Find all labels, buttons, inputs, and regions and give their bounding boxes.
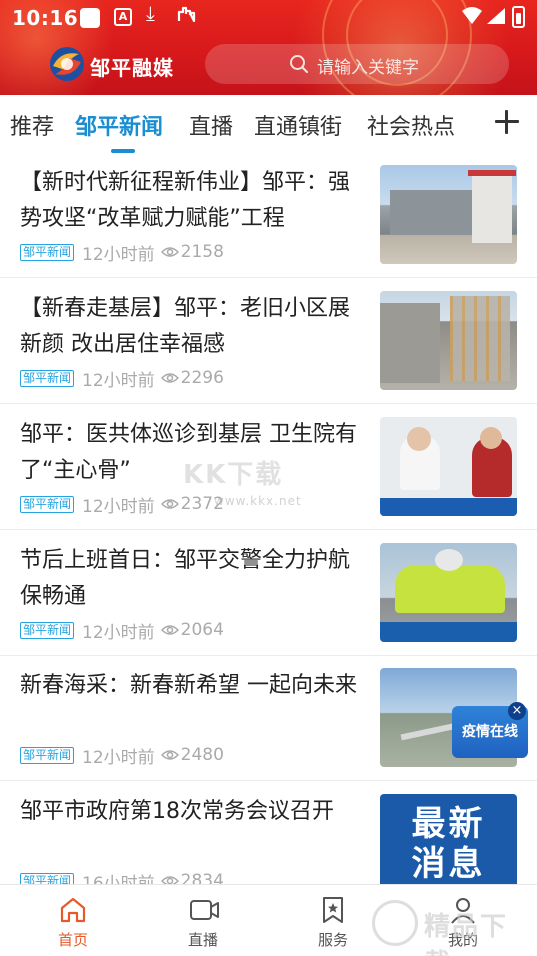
article-meta: 邹平新闻 12小时前 2372 bbox=[20, 493, 224, 517]
app-name: 邹平融媒 bbox=[90, 56, 174, 80]
download-icon: ⤓ bbox=[146, 1, 155, 25]
nav-label: 服务 bbox=[317, 931, 348, 949]
search-placeholder: 请输入关键字 bbox=[317, 58, 419, 78]
hand-icon bbox=[176, 5, 198, 29]
article-time: 12小时前 bbox=[82, 370, 155, 391]
article-views: 2064 bbox=[180, 620, 224, 640]
news-list-item[interactable]: 节后上班首日：邹平交警全力护航保畅通 邹平新闻 12小时前 2064 bbox=[0, 531, 537, 656]
category-tabs: 推荐 邹平新闻 直播 直通镇街 社会热点 bbox=[0, 95, 537, 153]
article-views: 2296 bbox=[180, 368, 224, 388]
article-thumbnail bbox=[380, 417, 517, 516]
article-title: 【新春走基层】邹平：老旧小区展新颜 改出居住幸福感 bbox=[20, 296, 351, 357]
eye-icon bbox=[160, 373, 179, 383]
nav-label: 首页 bbox=[57, 931, 88, 949]
article-meta: 邹平新闻 12小时前 2480 bbox=[20, 744, 224, 768]
tab-social-hot[interactable]: 社会热点 bbox=[367, 109, 455, 141]
article-title: 邹平市政府第18次常务会议召开 bbox=[20, 799, 334, 824]
tab-recommend[interactable]: 推荐 bbox=[10, 109, 54, 141]
nav-home[interactable]: 首页 bbox=[23, 885, 123, 956]
search-input[interactable]: 请输入关键字 bbox=[205, 44, 509, 84]
article-meta: 邹平新闻 12小时前 2064 bbox=[20, 619, 224, 643]
tab-town-streets[interactable]: 直通镇街 bbox=[254, 109, 342, 141]
article-title: 新春海采：新春新希望 一起向未来 bbox=[20, 673, 357, 698]
kk-watermark: KK下载 bbox=[183, 460, 284, 490]
eye-icon bbox=[160, 499, 179, 509]
article-tag: 邹平新闻 bbox=[20, 369, 75, 387]
article-thumbnail bbox=[380, 543, 517, 642]
news-list-item[interactable]: 邹平市政府第18次常务会议召开 邹平新闻 16小时前 2834 最新 消息 bbox=[0, 782, 537, 894]
article-title: 【新时代新征程新伟业】邹平：强势攻坚“改革赋力赋能”工程 bbox=[20, 170, 351, 231]
article-views: 2158 bbox=[180, 242, 224, 262]
article-views: 2480 bbox=[180, 745, 224, 765]
news-list-item[interactable]: 【新时代新征程新伟业】邹平：强势攻坚“改革赋力赋能”工程 邹平新闻 12小时前 … bbox=[0, 153, 537, 278]
news-list-item[interactable]: 【新春走基层】邹平：老旧小区展新颜 改出居住幸福感 邹平新闻 12小时前 229… bbox=[0, 279, 537, 404]
close-icon[interactable]: × bbox=[508, 702, 526, 720]
article-thumbnail bbox=[380, 291, 517, 390]
bookmark-star-icon bbox=[323, 897, 343, 923]
article-time: 12小时前 bbox=[82, 622, 155, 643]
tab-live[interactable]: 直播 bbox=[189, 109, 233, 141]
article-time: 12小时前 bbox=[82, 244, 155, 265]
article-tag: 邹平新闻 bbox=[20, 243, 75, 261]
nav-label: 直播 bbox=[187, 931, 218, 949]
brand-watermark: 精品下载 bbox=[370, 896, 530, 956]
signal-icon bbox=[486, 7, 506, 29]
video-camera-icon bbox=[190, 900, 219, 920]
wifi-icon bbox=[462, 7, 482, 29]
tab-zouping-news[interactable]: 邹平新闻 bbox=[75, 109, 163, 141]
article-thumbnail: 最新 消息 bbox=[380, 794, 517, 893]
home-icon bbox=[60, 897, 86, 923]
nav-live[interactable]: 直播 bbox=[153, 885, 253, 956]
article-title: 节后上班首日：邹平交警全力护航保畅通 bbox=[20, 548, 351, 609]
nav-service[interactable]: 服务 bbox=[283, 885, 383, 956]
app-logo-icon bbox=[47, 44, 87, 84]
a-box-icon: A bbox=[114, 8, 132, 26]
app-square-icon bbox=[80, 8, 100, 28]
article-meta: 邹平新闻 12小时前 2296 bbox=[20, 367, 224, 391]
app-header: 10:16 A ⤓ 邹平融媒 请输入关键字 bbox=[0, 0, 537, 95]
thumbnail-headline: 最新 消息 bbox=[411, 804, 486, 884]
add-tab-plus-icon[interactable] bbox=[492, 107, 522, 137]
search-icon bbox=[289, 54, 309, 78]
article-tag: 邹平新闻 bbox=[20, 746, 75, 764]
article-tag: 邹平新闻 bbox=[20, 621, 75, 639]
article-time: 12小时前 bbox=[82, 496, 155, 517]
status-bar: 10:16 A ⤓ bbox=[0, 0, 537, 34]
eye-icon bbox=[160, 247, 179, 257]
status-time: 10:16 bbox=[12, 6, 79, 30]
kk-watermark-url: www.kkx.net bbox=[214, 494, 302, 508]
article-meta: 邹平新闻 12小时前 2158 bbox=[20, 241, 224, 265]
battery-icon bbox=[512, 6, 525, 28]
eye-icon bbox=[160, 625, 179, 635]
brand-watermark-text: 精品下载 bbox=[424, 912, 509, 956]
article-thumbnail bbox=[380, 165, 517, 264]
article-tag: 邹平新闻 bbox=[20, 495, 75, 513]
eye-icon bbox=[160, 750, 179, 760]
article-time: 12小时前 bbox=[82, 747, 155, 768]
watermark-logo-icon bbox=[372, 900, 418, 946]
